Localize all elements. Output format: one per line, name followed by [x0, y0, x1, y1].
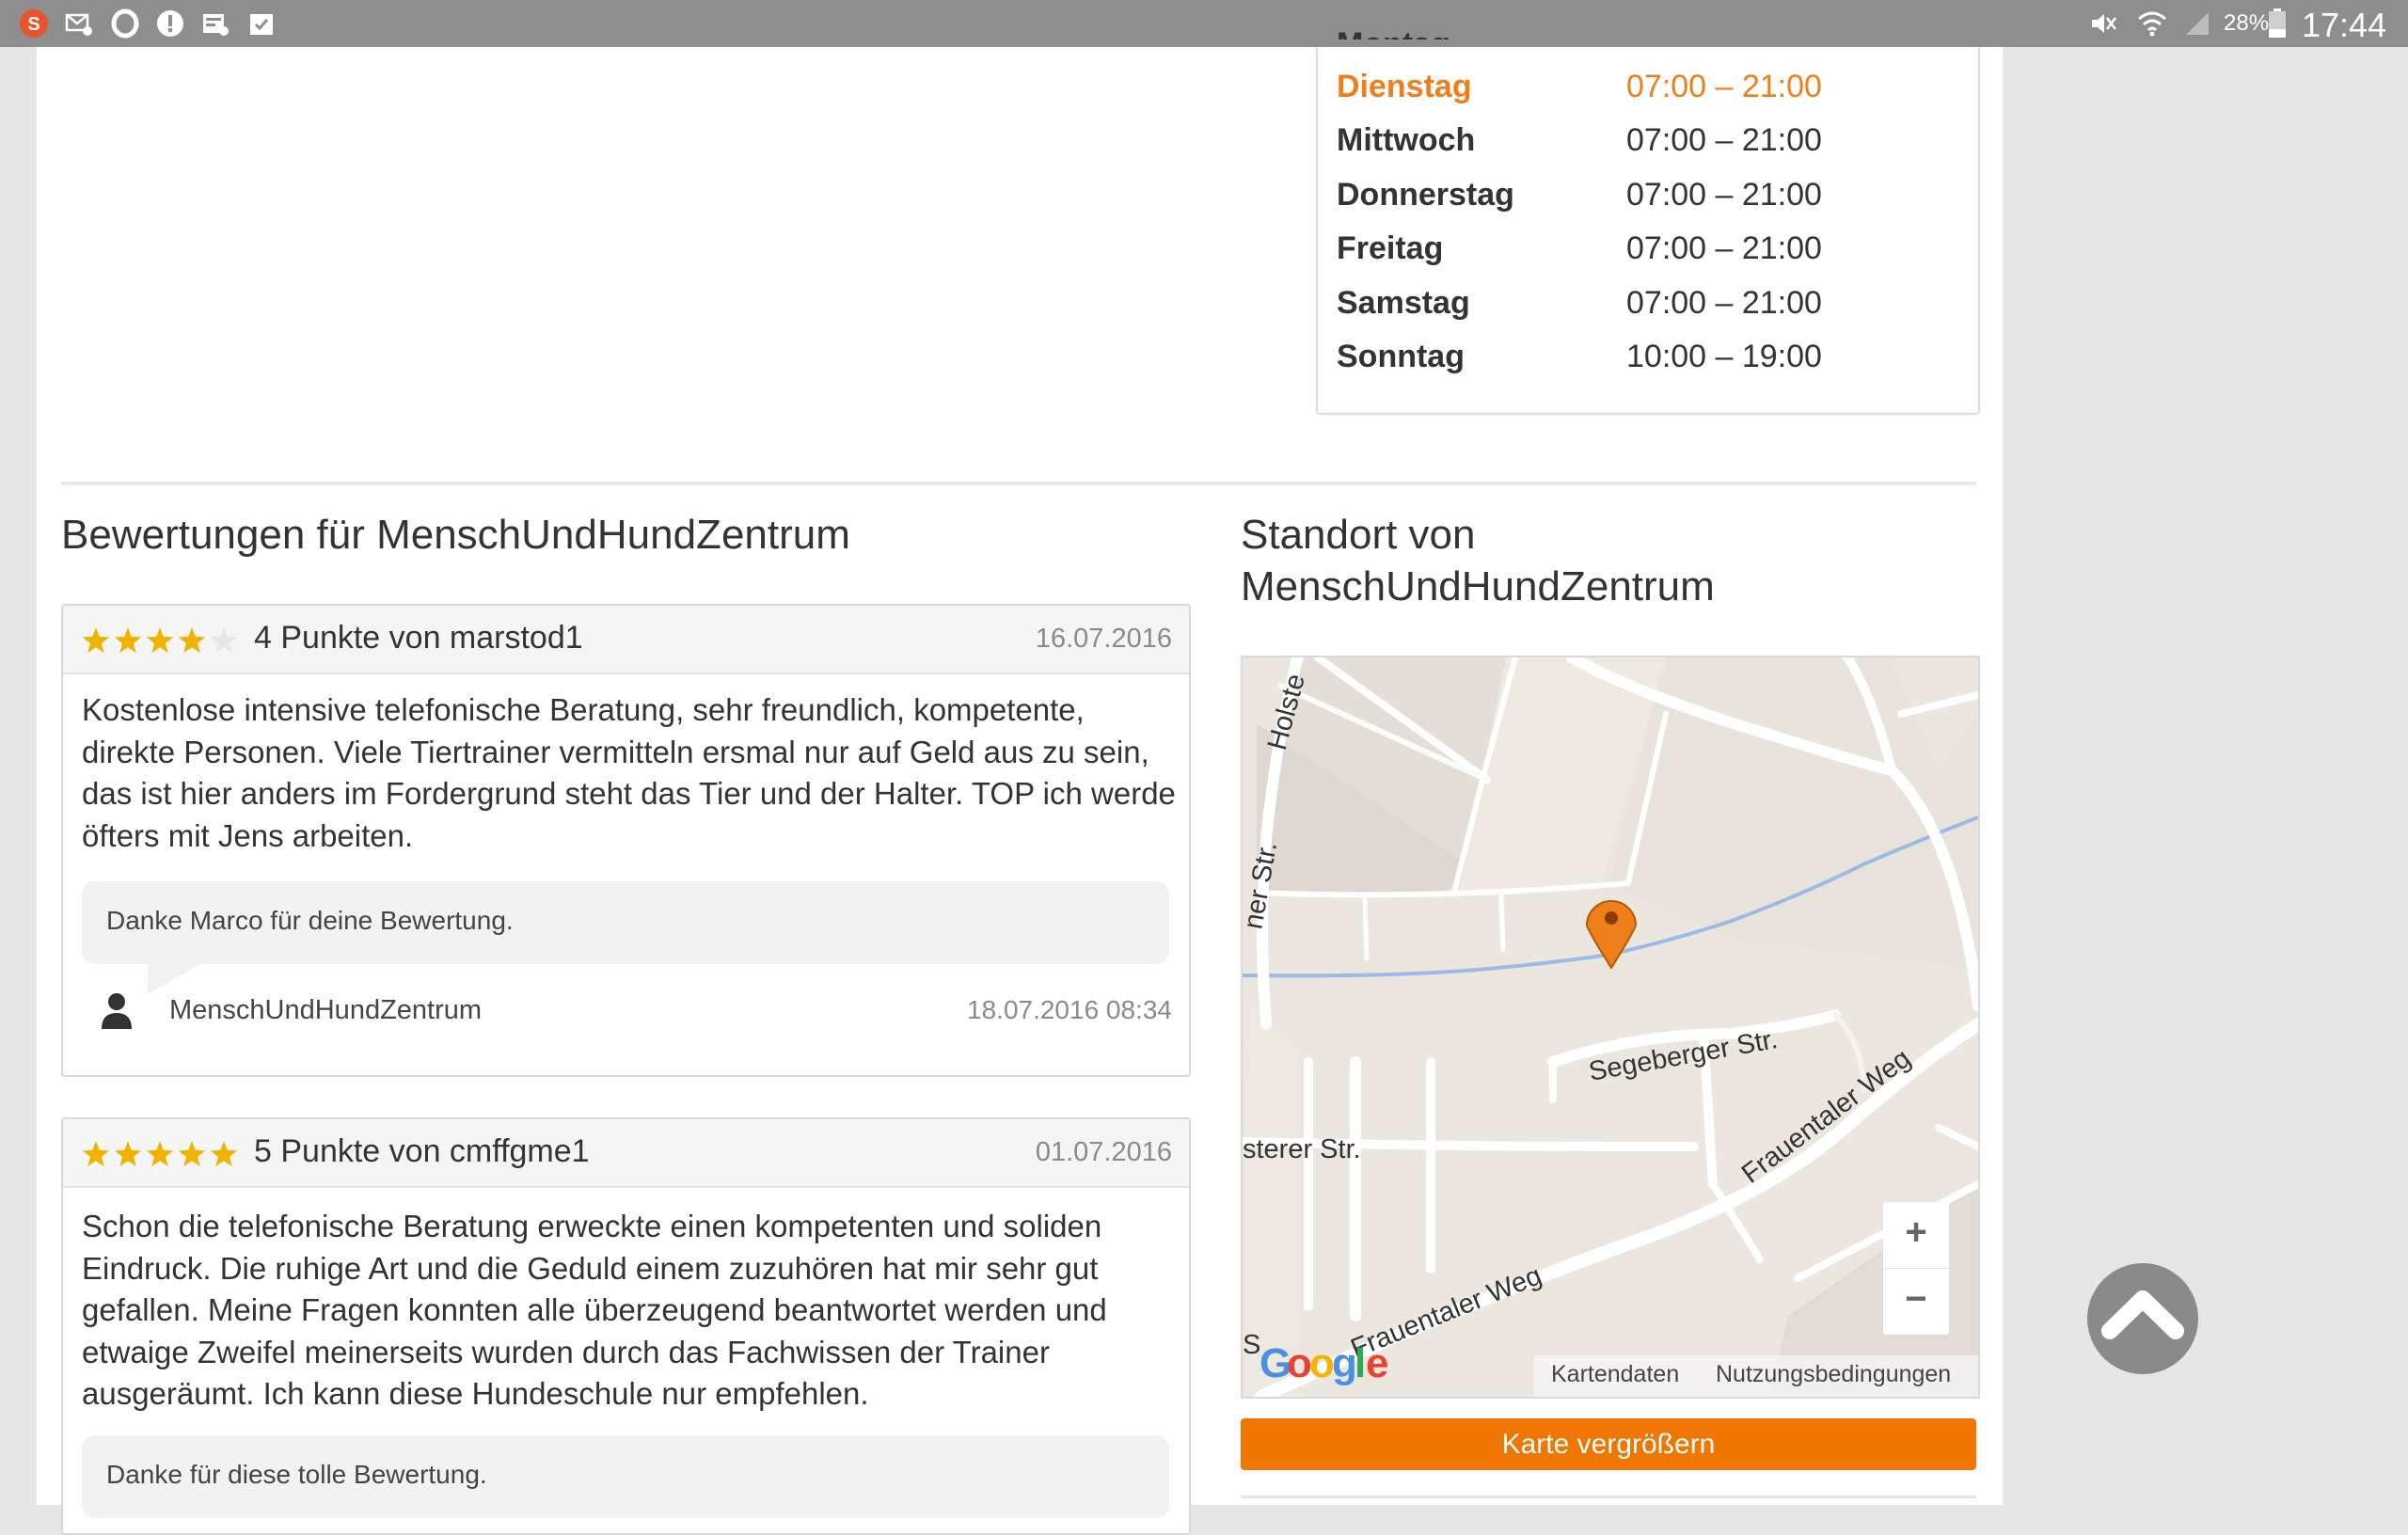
- hours-time-thursday: 07:00 – 21:00: [1626, 177, 1822, 213]
- hours-time-saturday: 07:00 – 21:00: [1626, 285, 1822, 321]
- mute-icon: [2092, 14, 2116, 33]
- map-view[interactable]: Holste ner Str. Segeberger Str. Frauenta…: [1241, 656, 1980, 1399]
- star-rating: [82, 627, 238, 654]
- section-divider: [61, 482, 1976, 485]
- review-date: 16.07.2016: [1035, 624, 1172, 654]
- street-label: S: [1243, 1330, 1260, 1360]
- star-empty-icon: [210, 627, 238, 654]
- review-card: 5 Punkte von cmffgme1 01.07.2016 Schon d…: [61, 1117, 1191, 1535]
- hours-day-saturday: Samstag: [1337, 285, 1470, 321]
- review-title: 5 Punkte von cmffgme1: [254, 1133, 590, 1169]
- svg-text:g: g: [1332, 1340, 1357, 1386]
- hours-day-sunday: Sonntag: [1337, 339, 1465, 374]
- review-text: Schon die telefonische Beratung erweckte…: [82, 1209, 1107, 1411]
- zoom-in-button[interactable]: +: [1883, 1202, 1949, 1269]
- hours-time-sunday: 10:00 – 19:00: [1626, 339, 1822, 374]
- signal-icon: [2186, 12, 2209, 35]
- review-card: 4 Punkte von marstod1 16.07.2016 Kostenl…: [61, 604, 1191, 1077]
- star-filled-icon: [146, 627, 174, 654]
- minus-icon: −: [1905, 1278, 1927, 1320]
- hours-time-tuesday: 07:00 – 21:00: [1626, 69, 1822, 104]
- star-filled-icon: [146, 1141, 174, 1167]
- review-text: Kostenlose intensive telefonische Beratu…: [82, 692, 1176, 853]
- owner-reply-bubble: Danke Marco für deine Bewertung.: [82, 881, 1169, 994]
- google-logo: Googl e: [1259, 1340, 1388, 1386]
- hours-time-friday: 07:00 – 21:00: [1626, 230, 1822, 266]
- hours-time-wednesday: 07:00 – 21:00: [1626, 122, 1822, 158]
- hours-day-wednesday: Mittwoch: [1337, 122, 1476, 158]
- map-canvas[interactable]: Holste ner Str. Segeberger Str. Frauenta…: [1243, 657, 1978, 1397]
- opening-hours-box: Montag Dienstag 07:00 – 21:00 Mittwoch 0…: [1316, 26, 1980, 415]
- bubble-tail: [148, 962, 204, 994]
- review-header: 4 Punkte von marstod1 16.07.2016: [63, 606, 1189, 674]
- star-filled-icon: [114, 627, 142, 654]
- partial-hidden-row: Montag: [1337, 26, 1450, 40]
- map-terms-link[interactable]: Nutzungsbedingungen: [1716, 1361, 1951, 1388]
- star-filled-icon: [178, 627, 206, 654]
- wifi-icon: [2138, 11, 2166, 37]
- star-filled-icon: [210, 1141, 238, 1167]
- review-header: 5 Punkte von cmffgme1 01.07.2016: [63, 1119, 1189, 1188]
- review-date: 01.07.2016: [1035, 1137, 1172, 1167]
- star-rating: [82, 1141, 238, 1167]
- status-bar: S 28% 17:44: [0, 0, 2408, 47]
- map-data-link[interactable]: Kartendaten: [1551, 1361, 1679, 1388]
- star-filled-icon: [82, 627, 110, 654]
- section-divider: [1241, 1495, 1976, 1498]
- clipboard-check-icon: [250, 14, 273, 35]
- hours-day-thursday: Donnerstag: [1337, 177, 1514, 213]
- app-s-icon: S: [20, 9, 48, 38]
- svg-text:l: l: [1354, 1340, 1366, 1386]
- reply-text: Danke Marco für deine Bewertung.: [106, 906, 514, 935]
- review-title: 4 Punkte von marstod1: [254, 620, 583, 656]
- svg-text:o: o: [1287, 1340, 1312, 1386]
- street-label: sterer Str.: [1243, 1134, 1361, 1164]
- reply-text: Danke für diese tolle Bewertung.: [106, 1460, 487, 1489]
- user-icon: [102, 993, 132, 1029]
- zoom-out-button[interactable]: −: [1883, 1269, 1949, 1335]
- reply-date: 18.07.2016 08:34: [967, 995, 1172, 1024]
- battery-percent: 28%: [2224, 10, 2270, 36]
- svg-text:o: o: [1309, 1340, 1335, 1386]
- location-heading: Standort von MenschUndHundZentrum: [1241, 509, 1715, 612]
- opera-icon: [111, 8, 139, 39]
- alert-icon: [157, 10, 183, 37]
- star-filled-icon: [82, 1141, 110, 1167]
- news-icon: [203, 14, 229, 36]
- scroll-to-top-button[interactable]: [2087, 1263, 2198, 1374]
- enlarge-map-button[interactable]: Karte vergrößern: [1241, 1418, 1976, 1470]
- chevron-up-icon: [2101, 1290, 2184, 1339]
- star-filled-icon: [114, 1141, 142, 1167]
- hours-day-friday: Freitag: [1337, 230, 1444, 266]
- reply-author: MenschUndHundZentrum: [169, 995, 483, 1025]
- clock: 17:44: [2302, 6, 2387, 44]
- svg-text:e: e: [1366, 1340, 1388, 1386]
- plus-icon: +: [1905, 1211, 1927, 1253]
- reviews-heading: Bewertungen für MenschUndHundZentrum: [61, 512, 850, 558]
- battery-icon: [2269, 8, 2286, 38]
- star-filled-icon: [178, 1141, 206, 1167]
- location-heading-line1: Standort von: [1241, 512, 1476, 558]
- mail-icon: [65, 13, 92, 36]
- owner-reply-bubble: Danke für diese tolle Bewertung.: [82, 1435, 1169, 1518]
- location-heading-line2: MenschUndHundZentrum: [1241, 563, 1715, 609]
- svg-text:S: S: [27, 14, 40, 35]
- hours-day-tuesday: Dienstag: [1337, 69, 1472, 104]
